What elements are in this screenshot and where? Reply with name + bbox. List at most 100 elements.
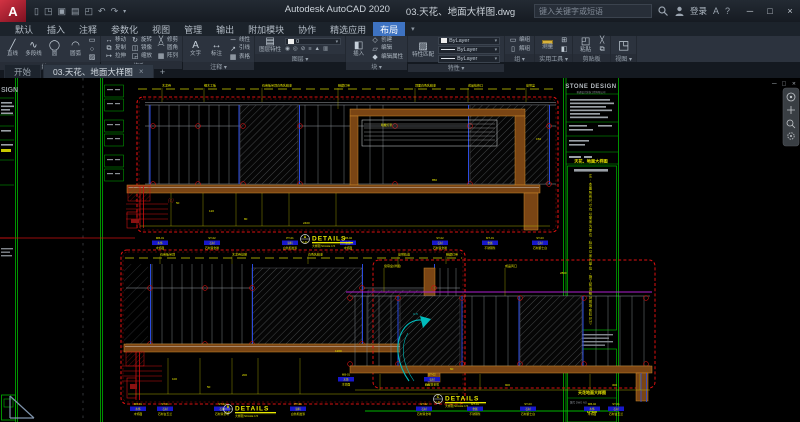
close-button[interactable]: × bbox=[780, 0, 800, 22]
line-button[interactable]: ╱直线 bbox=[4, 41, 21, 57]
copy-clip-button[interactable]: ⧉ bbox=[598, 46, 606, 53]
file-tab-document[interactable]: 03.天花、地面大样图 × bbox=[43, 64, 154, 78]
autocad-logo[interactable]: A bbox=[0, 0, 26, 22]
restore-button[interactable]: □ bbox=[760, 0, 780, 22]
cut-button[interactable]: ╳ bbox=[598, 37, 606, 44]
tab-featured-apps[interactable]: 精选应用 bbox=[323, 22, 373, 36]
layer-freeze-icon[interactable]: ◎ bbox=[293, 47, 298, 53]
layer-on-icon[interactable]: ◉ bbox=[285, 47, 290, 53]
layer-state-icon[interactable]: ▥ bbox=[323, 47, 328, 53]
tab-collaborate[interactable]: 协作 bbox=[291, 22, 323, 36]
panel-label-clipboard[interactable]: 剪贴板 bbox=[573, 54, 610, 62]
new-tab-button[interactable]: + bbox=[156, 65, 170, 78]
rectangle-button[interactable]: ▭ bbox=[88, 37, 96, 44]
tab-layout[interactable]: 布局 bbox=[373, 22, 405, 36]
ellipse-button[interactable]: ○ bbox=[88, 46, 96, 53]
ribbon-overflow-icon[interactable]: ▾ bbox=[405, 22, 421, 36]
panel-label-block[interactable]: 块 ▾ bbox=[346, 62, 407, 70]
tab-manage[interactable]: 管理 bbox=[177, 22, 209, 36]
viewport-restore-button[interactable]: □ bbox=[782, 81, 786, 88]
panel-label-annotate[interactable]: 注释 ▾ bbox=[183, 62, 254, 70]
help-icon[interactable]: ? bbox=[725, 6, 730, 16]
plot-icon[interactable]: ◰ bbox=[85, 6, 94, 17]
paste-icon: ◰ bbox=[581, 37, 590, 47]
undo-icon[interactable]: ↶ bbox=[98, 6, 106, 17]
text-button[interactable]: A文字 bbox=[187, 41, 204, 57]
match-properties-button[interactable]: ▨特性匹配 bbox=[412, 42, 434, 58]
new-file-icon[interactable]: ▯ bbox=[34, 6, 39, 17]
edit-block-icon: ▱ bbox=[371, 46, 379, 53]
panel-label-properties[interactable]: 特性 ▾ bbox=[408, 64, 504, 72]
minimize-button[interactable]: ─ bbox=[740, 0, 760, 22]
scale-button[interactable]: ◲缩放 bbox=[131, 53, 152, 60]
dimension-button[interactable]: ↔标注 bbox=[208, 41, 225, 57]
trim-button[interactable]: ╳修剪 bbox=[157, 37, 178, 44]
array-button[interactable]: ▦阵列 bbox=[157, 53, 178, 60]
panel-label-layers[interactable]: 图层 ▾ bbox=[255, 54, 345, 62]
material-tag-code: MT-01 bbox=[486, 236, 494, 240]
layer-lock-icon[interactable]: ⊘ bbox=[301, 47, 306, 53]
tab-insert[interactable]: 插入 bbox=[40, 22, 72, 36]
lineweight-dropdown[interactable]: ByLayer▾ bbox=[438, 46, 500, 54]
tab-default[interactable]: 默认 bbox=[8, 22, 40, 36]
tab-view[interactable]: 视图 bbox=[145, 22, 177, 36]
paste-button[interactable]: ◰粘贴 bbox=[577, 37, 594, 53]
user-icon[interactable] bbox=[675, 6, 684, 16]
edit-block-button[interactable]: ▱编辑 bbox=[371, 46, 403, 53]
autodesk-apps-icon[interactable]: A bbox=[713, 6, 719, 16]
linear-dim-button[interactable]: ─线性 bbox=[229, 37, 250, 44]
save-icon[interactable]: ▣ bbox=[57, 6, 66, 17]
hatch-button[interactable]: ▨ bbox=[88, 54, 96, 61]
qat-dropdown-icon[interactable]: ▾ bbox=[123, 8, 126, 15]
group-button[interactable]: ▭编组 bbox=[509, 37, 530, 44]
mirror-button[interactable]: ◫镜像 bbox=[131, 45, 152, 52]
navigation-bar[interactable] bbox=[783, 88, 799, 146]
quick-select-button[interactable]: ⊞ bbox=[560, 37, 568, 44]
circle-button[interactable]: ◯圆 bbox=[46, 41, 63, 57]
layer-dropdown[interactable]: 0▾ bbox=[285, 38, 341, 46]
tab-annotate[interactable]: 注释 bbox=[72, 22, 104, 36]
edit-attributes-button[interactable]: ◆编辑属性 bbox=[371, 54, 403, 61]
tab-addins[interactable]: 附加模块 bbox=[241, 22, 291, 36]
open-file-icon[interactable]: ◳ bbox=[44, 6, 53, 17]
move-button[interactable]: ↔移动 bbox=[105, 37, 126, 44]
material-tag-label: 木饰 bbox=[589, 407, 595, 411]
linetype-dropdown[interactable]: ByLayer▾ bbox=[438, 55, 500, 63]
tab-output[interactable]: 输出 bbox=[209, 22, 241, 36]
panel-label-groups[interactable]: 组 ▾ bbox=[505, 54, 534, 62]
fillet-button[interactable]: ⌒圆角 bbox=[157, 45, 178, 52]
layer-match-icon[interactable]: ≡ bbox=[308, 47, 311, 53]
layer-properties-button[interactable]: ▤图层特性 bbox=[259, 37, 281, 53]
polyline-button[interactable]: ∿多段线 bbox=[25, 41, 42, 57]
save-as-icon[interactable]: ▤ bbox=[71, 6, 80, 17]
insert-block-button[interactable]: ◧插入 bbox=[350, 41, 367, 57]
canvas-label: 2800 bbox=[560, 271, 567, 275]
search-icon[interactable] bbox=[658, 6, 669, 16]
sign-in-link[interactable]: 登录 bbox=[690, 5, 707, 17]
table-button[interactable]: ▦表格 bbox=[229, 54, 250, 61]
viewport-minimize-button[interactable]: ─ bbox=[771, 81, 777, 88]
ungroup-button[interactable]: ▯解组 bbox=[509, 46, 530, 53]
rotate-button[interactable]: ↻旋转 bbox=[131, 37, 152, 44]
color-dropdown[interactable]: ByLayer▾ bbox=[438, 37, 500, 45]
stretch-button[interactable]: ↦拉伸 bbox=[105, 53, 126, 60]
arc-button[interactable]: ◠圆弧 bbox=[67, 41, 84, 57]
panel-label-utilities[interactable]: 实用工具 ▾ bbox=[535, 54, 572, 62]
layer-isolate-icon[interactable]: ▲ bbox=[315, 47, 320, 53]
measure-button[interactable]: 测量 bbox=[539, 40, 556, 50]
drawing-canvas[interactable]: STONE DESIGN 斯通设计装饰工程有限公司 天花、地面大样图 图名 TI… bbox=[0, 78, 800, 422]
view-interface-button[interactable]: ◳ bbox=[615, 39, 632, 51]
calculator-button[interactable]: ◧ bbox=[560, 46, 568, 53]
panel-draw: ╱直线 ∿多段线 ◯圆 ◠圆弧 ▭ ○ ▨ 绘图 ▾ bbox=[0, 36, 101, 62]
copy-button[interactable]: ⧉复制 bbox=[105, 45, 126, 52]
panel-label-view[interactable]: 视图 ▾ bbox=[611, 54, 636, 62]
search-input[interactable] bbox=[534, 4, 652, 18]
leader-button[interactable]: ↗引线 bbox=[229, 46, 250, 53]
close-tab-icon[interactable]: × bbox=[139, 67, 144, 76]
create-block-button[interactable]: ◇创建 bbox=[371, 37, 403, 44]
viewport-close-button[interactable]: × bbox=[792, 81, 796, 88]
file-tab-start[interactable]: 开始 bbox=[4, 64, 41, 78]
tab-parametric[interactable]: 参数化 bbox=[104, 22, 145, 36]
cut-icon: ╳ bbox=[598, 37, 606, 44]
redo-icon[interactable]: ↷ bbox=[111, 6, 119, 17]
